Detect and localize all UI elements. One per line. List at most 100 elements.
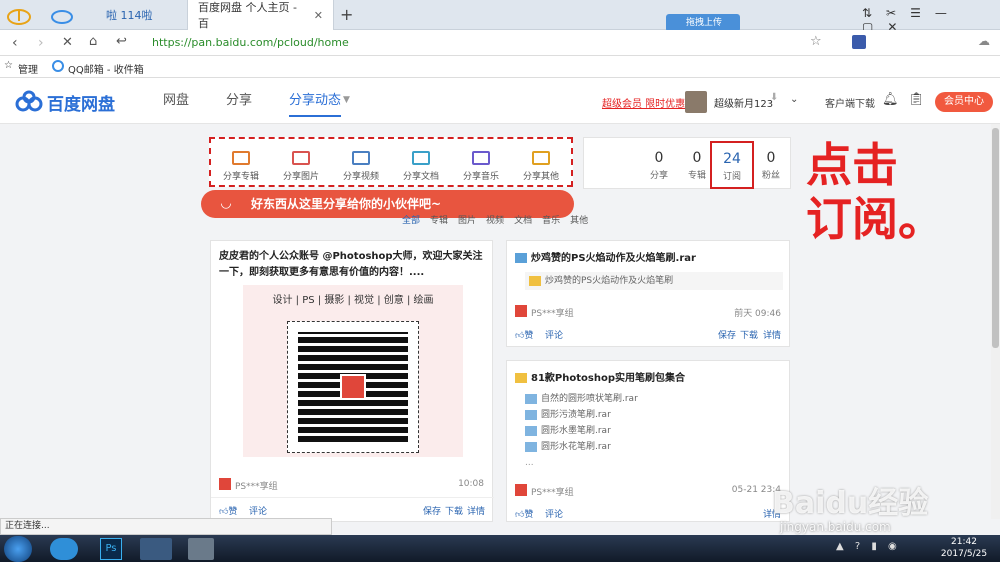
image-icon — [292, 151, 310, 165]
feed-author[interactable]: PS***享组 — [531, 485, 574, 498]
share-music-button[interactable]: 分享音乐 — [451, 139, 511, 189]
file-row[interactable]: 圆形水花笔刷.rar — [525, 439, 638, 455]
save-button[interactable]: 保存 — [718, 328, 736, 341]
tab-114la[interactable]: 啦 114啦 — [96, 0, 188, 30]
feed-title[interactable]: 皮皮君的个人公众账号 @Photoshop大师，欢迎大家关注一下，即刻获取更多有… — [219, 249, 487, 281]
taskbar-clock[interactable]: 21:42 2017/5/25 — [936, 536, 992, 560]
annotation-line-2: 订阅。 — [806, 192, 944, 246]
details-button[interactable]: 详情 — [467, 504, 485, 517]
filter-tab-music[interactable]: 音乐 — [542, 213, 560, 226]
cloud-upload-icon[interactable] — [6, 5, 32, 25]
baidu-pan-logo-icon[interactable] — [14, 90, 44, 112]
clipboard-icon[interactable]: 📋︎ — [908, 92, 925, 107]
start-button-icon[interactable] — [4, 536, 32, 562]
stat-share[interactable]: 0 分享 — [640, 148, 678, 181]
watermark-url: jingyan.baidu.com — [780, 520, 891, 534]
tray-icons[interactable]: ▲ ? ▮ ◉ — [836, 541, 901, 552]
file-row[interactable]: 炒鸡赞的PS火焰动作及火焰笔刷 — [525, 272, 783, 290]
baidu-pan-taskbar-icon[interactable] — [140, 538, 172, 560]
nav-share-feed[interactable]: 分享动态 — [289, 78, 342, 117]
qr-frame — [287, 321, 419, 453]
feed-title[interactable]: 81款Photoshop实用笔刷包集合 — [515, 369, 685, 384]
stop-icon[interactable]: ✕ — [62, 35, 73, 50]
filter-tab-album[interactable]: 专辑 — [430, 213, 448, 226]
archive-icon — [515, 253, 527, 263]
share-image-button[interactable]: 分享图片 — [271, 139, 331, 189]
page-scrollbar[interactable] — [991, 124, 1000, 519]
nav-share[interactable]: 分享 — [226, 78, 252, 124]
client-download-link[interactable]: 客户端下载 — [825, 95, 875, 110]
scrollbar-thumb[interactable] — [992, 128, 999, 348]
url-field[interactable]: https://pan.baidu.com/pcloud/home — [152, 36, 802, 49]
photoshop-taskbar-icon[interactable]: Ps — [100, 538, 122, 560]
share-other-button[interactable]: 分享其他 — [511, 139, 571, 189]
filter-tab-image[interactable]: 图片 — [458, 213, 476, 226]
user-dropdown-icon[interactable]: ⌄ — [790, 94, 798, 105]
share-banner-text: 好东西从这里分享给你的小伙伴吧~ — [251, 197, 442, 211]
feed-image[interactable]: 设计 | PS | 摄影 | 视觉 | 创意 | 绘画 — [243, 285, 463, 457]
like-button[interactable]: 👍︎赞 — [515, 507, 533, 520]
file-name: 自然的圆形喷状笔刷.rar — [541, 394, 638, 404]
cloud-icon[interactable] — [50, 5, 74, 25]
download-button[interactable]: 下载 — [740, 328, 758, 341]
forward-icon[interactable]: › — [38, 35, 44, 51]
qq-mail-icon — [52, 60, 64, 72]
back-icon[interactable]: ‹ — [12, 35, 18, 51]
filter-tab-all[interactable]: 全部 — [402, 213, 420, 226]
like-button[interactable]: 👍︎赞 — [219, 504, 237, 517]
stat-value: 24 — [723, 151, 741, 167]
file-row[interactable]: 圆形水墨笔刷.rar — [525, 423, 638, 439]
tab-label: 啦 114啦 — [106, 9, 153, 22]
vip-promo-link[interactable]: 超级会员 限时优惠 — [602, 95, 685, 110]
archive-icon — [525, 409, 537, 420]
comment-button[interactable]: 评论 — [545, 328, 563, 341]
download-button[interactable]: 下载 — [445, 504, 463, 517]
extension-icon[interactable] — [852, 35, 866, 49]
comment-button[interactable]: 评论 — [249, 504, 267, 517]
home-icon[interactable]: ⌂ — [89, 34, 97, 49]
vip-center-button[interactable]: 会员中心 — [935, 92, 993, 112]
feed-author[interactable]: PS***享组 — [235, 479, 278, 492]
bell-icon[interactable]: 🔔︎ — [882, 92, 899, 107]
feed-author[interactable]: PS***享组 — [531, 306, 574, 319]
share-album-button[interactable]: 分享专辑 — [211, 139, 271, 189]
comment-button[interactable]: 评论 — [545, 507, 563, 520]
chevron-down-icon[interactable]: ▼ — [343, 95, 350, 105]
new-tab-button[interactable]: + — [340, 5, 353, 24]
bookmark-manage[interactable]: 管理 — [18, 61, 38, 76]
file-name: 圆形水墨笔刷.rar — [541, 426, 611, 436]
save-button[interactable]: 保存 — [423, 504, 441, 517]
menu-icon[interactable]: ☁ — [978, 34, 990, 48]
details-button[interactable]: 详情 — [763, 328, 781, 341]
filter-tab-doc[interactable]: 文档 — [514, 213, 532, 226]
heart-logo-icon — [340, 374, 366, 400]
filter-tab-other[interactable]: 其他 — [570, 213, 588, 226]
undo-icon[interactable]: ↩ — [116, 34, 127, 49]
paint-taskbar-icon[interactable] — [188, 538, 214, 560]
bookmark-star-icon: ☆ — [4, 60, 13, 71]
filter-tab-video[interactable]: 视频 — [486, 213, 504, 226]
nav-netdisk[interactable]: 网盘 — [163, 78, 189, 124]
browser-taskbar-icon[interactable] — [50, 538, 78, 560]
file-row[interactable]: 自然的圆形喷状笔刷.rar — [525, 391, 638, 407]
close-icon[interactable]: ✕ — [314, 9, 323, 22]
feed-tags: 设计 | PS | 摄影 | 视觉 | 创意 | 绘画 — [272, 295, 434, 306]
tab-baidu-pan[interactable]: 百度网盘 个人主页 - 百 ✕ — [188, 0, 334, 30]
share-video-button[interactable]: 分享视频 — [331, 139, 391, 189]
bookmark-qq-mail[interactable]: QQ邮箱 - 收件箱 — [68, 61, 144, 76]
star-icon[interactable]: ☆ — [810, 34, 822, 49]
file-row[interactable]: 圆形污渍笔刷.rar — [525, 407, 638, 423]
stat-fans[interactable]: 0 粉丝 — [752, 148, 790, 181]
divider — [211, 497, 494, 498]
feed-card-right-2: 81款Photoshop实用笔刷包集合 自然的圆形喷状笔刷.rar 圆形污渍笔刷… — [506, 360, 790, 522]
avatar[interactable] — [685, 91, 707, 113]
folder-icon — [515, 373, 527, 383]
feed-title[interactable]: 炒鸡赞的PS火焰动作及火焰笔刷.rar — [515, 249, 696, 264]
username[interactable]: 超级新月123 — [714, 95, 773, 110]
share-doc-button[interactable]: 分享文档 — [391, 139, 451, 189]
like-button[interactable]: 👍︎赞 — [515, 328, 533, 341]
site-logo-text[interactable]: 百度网盘 — [47, 90, 115, 115]
stat-value: 0 — [766, 150, 776, 166]
video-icon — [352, 151, 370, 165]
stat-subscribe[interactable]: 24 订阅 — [710, 141, 754, 189]
